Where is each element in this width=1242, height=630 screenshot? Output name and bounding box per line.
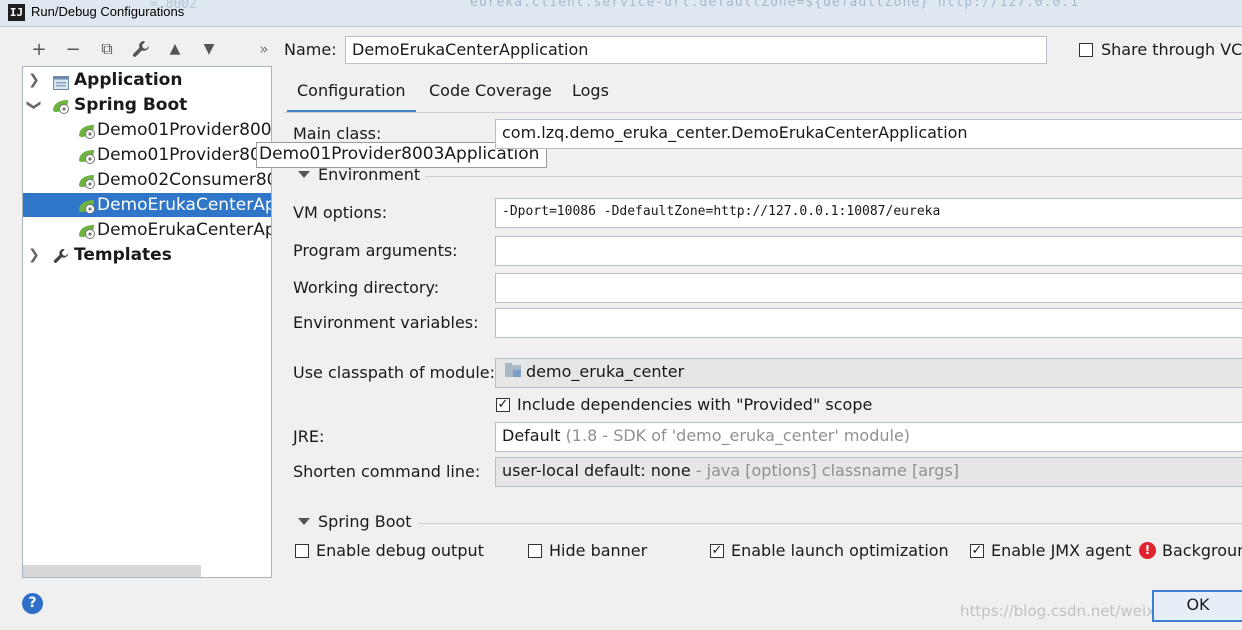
tree-node-label: Spring Boot <box>74 95 188 115</box>
spring-boot-icon <box>77 147 97 164</box>
launch-optimization-checkbox[interactable]: ✓ <box>710 544 724 558</box>
name-label: Name: <box>284 40 337 59</box>
chevron-down-icon[interactable]: ❯ <box>23 98 46 112</box>
launch-optimization-label: Enable launch optimization <box>731 541 949 560</box>
horizontal-scrollbar[interactable] <box>23 565 201 577</box>
tree-node-label: Demo01Provider8001Application <box>97 120 272 140</box>
spring-boot-icon <box>51 97 71 114</box>
spring-boot-icon <box>77 197 97 214</box>
collapse-triangle-icon[interactable] <box>298 518 310 525</box>
window-title: Run/Debug Configurations <box>31 4 185 19</box>
ok-button[interactable]: OK <box>1152 590 1242 622</box>
classpath-module-label: Use classpath of module: <box>293 363 496 382</box>
tree-node-config[interactable]: Demo01Provider8001Application <box>23 118 271 142</box>
working-directory-label: Working directory: <box>293 278 440 297</box>
environment-variables-input[interactable] <box>495 308 1242 338</box>
share-vcs-label: Share through VCS <box>1101 40 1242 59</box>
spring-boot-icon <box>77 222 97 239</box>
tree-node-config[interactable]: Demo01Provider8003Application <box>23 143 271 167</box>
spring-boot-icon <box>77 172 97 189</box>
module-folder-icon <box>504 360 522 386</box>
jre-label: JRE: <box>293 427 325 446</box>
debug-output-label: Enable debug output <box>316 541 484 560</box>
jre-select[interactable]: Default (1.8 - SDK of 'demo_eruka_center… <box>495 422 1242 452</box>
intellij-icon: IJ <box>8 4 25 21</box>
vm-options-label: VM options: <box>293 203 388 222</box>
main-class-input[interactable]: com.lzq.demo_eruka_center.DemoErukaCente… <box>495 119 1242 149</box>
tree-node-config-selected[interactable]: DemoErukaCenterApplication <box>23 193 271 217</box>
help-icon[interactable]: ? <box>22 593 43 614</box>
tree-node-label: DemoErukaCenterApplication <box>97 195 271 215</box>
background-label: Background <box>1162 541 1242 560</box>
include-provided-checkbox[interactable]: ✓ <box>496 398 510 412</box>
chevron-right-icon[interactable]: ❯ <box>27 68 41 92</box>
wrench-icon <box>53 247 69 271</box>
warning-icon[interactable]: ! <box>1139 542 1156 559</box>
spring-boot-icon <box>77 122 97 139</box>
tree-node-label: DemoErukaCenterApplication <box>97 220 271 240</box>
tree-node-label: Demo01Provider8003Application <box>97 145 271 165</box>
tab-logs[interactable]: Logs <box>572 80 609 110</box>
move-down-icon[interactable]: ▼ <box>198 38 220 60</box>
application-icon <box>53 73 69 90</box>
spring-boot-section-title: Spring Boot <box>318 512 412 531</box>
main-class-label: Main class: <box>293 124 382 143</box>
title-bar: = 8002 eureka.client.service-url.default… <box>0 0 1242 27</box>
tree-node-label: Application <box>74 70 183 90</box>
vm-options-input[interactable]: -Dport=10086 -DdefaultZone=http://127.0.… <box>495 198 1242 228</box>
tab-code-coverage[interactable]: Code Coverage <box>429 80 552 110</box>
tree-node-application[interactable]: ❯ Application <box>23 68 271 92</box>
tab-divider <box>284 112 1242 113</box>
working-directory-input[interactable] <box>495 273 1242 303</box>
program-arguments-label: Program arguments: <box>293 241 458 260</box>
share-vcs-checkbox[interactable] <box>1079 43 1093 57</box>
shorten-command-line-select[interactable]: user-local default: none - java [options… <box>495 457 1242 487</box>
jre-value: Default <box>502 426 561 445</box>
name-input[interactable]: DemoErukaCenterApplication <box>345 36 1047 64</box>
collapse-triangle-icon[interactable] <box>298 171 310 178</box>
add-icon[interactable]: + <box>28 38 50 60</box>
environment-variables-label: Environment variables: <box>293 313 479 332</box>
program-arguments-input[interactable] <box>495 236 1242 266</box>
tree-node-config[interactable]: Demo02Consumer8002Application <box>23 168 271 192</box>
shorten-command-line-label: Shorten command line: <box>293 462 481 481</box>
jmx-agent-label: Enable JMX agent <box>991 541 1132 560</box>
wrench-icon[interactable] <box>130 38 152 60</box>
hide-banner-checkbox[interactable] <box>528 544 542 558</box>
hide-banner-label: Hide banner <box>549 541 648 560</box>
shorten-value: user-local default: none <box>502 461 691 480</box>
shorten-hint: - java [options] classname [args] <box>695 461 960 480</box>
tree-node-spring-boot[interactable]: ❯ Spring Boot <box>23 93 271 117</box>
configuration-tree[interactable]: ❯ Application ❯ Spring Boot Demo01Provid… <box>22 66 272 578</box>
more-icon[interactable]: » <box>253 38 275 60</box>
environment-section-title: Environment <box>318 165 421 184</box>
section-divider <box>425 176 1242 177</box>
tree-node-label: Templates <box>74 245 172 265</box>
include-provided-label: Include dependencies with "Provided" sco… <box>517 395 873 414</box>
tree-node-templates[interactable]: ❯ Templates <box>23 243 271 267</box>
background-code-text: eureka.client.service-url.defaultZone=${… <box>470 0 1080 10</box>
debug-output-checkbox[interactable] <box>295 544 309 558</box>
jre-hint: (1.8 - SDK of 'demo_eruka_center' module… <box>565 426 911 445</box>
tree-node-label: Demo02Consumer8002Application <box>97 170 271 190</box>
remove-icon[interactable]: − <box>62 38 84 60</box>
chevron-right-icon[interactable]: ❯ <box>27 243 41 267</box>
move-up-icon[interactable]: ▲ <box>164 38 186 60</box>
tree-node-config[interactable]: DemoErukaCenterApplication <box>23 218 271 242</box>
section-divider <box>418 523 1242 524</box>
tab-configuration[interactable]: Configuration <box>287 80 416 113</box>
jmx-agent-checkbox[interactable]: ✓ <box>970 544 984 558</box>
copy-icon[interactable]: ⧉ <box>96 38 118 60</box>
classpath-module-select[interactable]: demo_eruka_center <box>495 358 1242 388</box>
classpath-module-value: demo_eruka_center <box>526 362 685 381</box>
